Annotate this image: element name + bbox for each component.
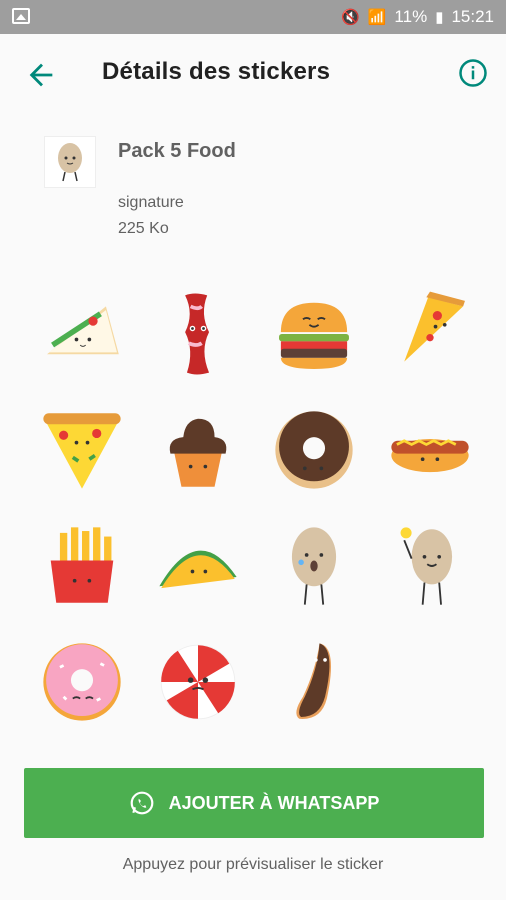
sticker-hot-dog[interactable] (372, 392, 488, 508)
sticker-pizza-slice[interactable] (372, 276, 488, 392)
app-bar: Détails des stickers (0, 34, 506, 116)
pack-name: Pack 5 Food (118, 140, 236, 162)
sticker-eclair[interactable] (256, 624, 372, 740)
add-to-whatsapp-button[interactable]: AJOUTER À WHATSAPP (24, 768, 484, 838)
sticker-pizza-slice-2[interactable] (24, 392, 140, 508)
info-icon[interactable] (458, 58, 488, 88)
pack-tray-icon (44, 136, 96, 188)
sticker-peppermint-candy[interactable] (140, 624, 256, 740)
wifi-icon: 📶 (367, 9, 387, 26)
battery-icon: ▮ (435, 9, 444, 26)
sticker-taco[interactable] (140, 508, 256, 624)
mute-icon: 🔇 (341, 9, 360, 26)
sticker-idea-egg[interactable] (372, 508, 488, 624)
pack-publisher: signature (118, 194, 184, 211)
sticker-fries[interactable] (24, 508, 140, 624)
clock: 15:21 (451, 7, 494, 26)
pack-size: 225 Ko (118, 220, 169, 237)
status-icons: 🔇 📶 11% ▮ 15:21 (341, 6, 494, 28)
gallery-notification-icon (12, 8, 30, 24)
add-to-whatsapp-label: AJOUTER À WHATSAPP (168, 792, 380, 813)
sticker-cupcake[interactable] (140, 392, 256, 508)
sticker-burger[interactable] (256, 276, 372, 392)
preview-hint: Appuyez pour prévisualiser le sticker (122, 856, 384, 873)
sticker-sandwich[interactable] (24, 276, 140, 392)
sticker-sick-egg[interactable] (256, 508, 372, 624)
battery-level: 11% (394, 7, 428, 26)
sticker-bacon[interactable] (140, 276, 256, 392)
whatsapp-icon (130, 791, 154, 815)
sticker-chocolate-donut[interactable] (256, 392, 372, 508)
page-title: Détails des stickers (102, 58, 331, 85)
pack-header: Pack 5 Food signature 225 Ko (0, 116, 506, 256)
sticker-pink-donut[interactable] (24, 624, 140, 740)
status-bar: 🔇 📶 11% ▮ 15:21 (0, 0, 506, 34)
back-arrow-icon[interactable] (24, 58, 58, 92)
